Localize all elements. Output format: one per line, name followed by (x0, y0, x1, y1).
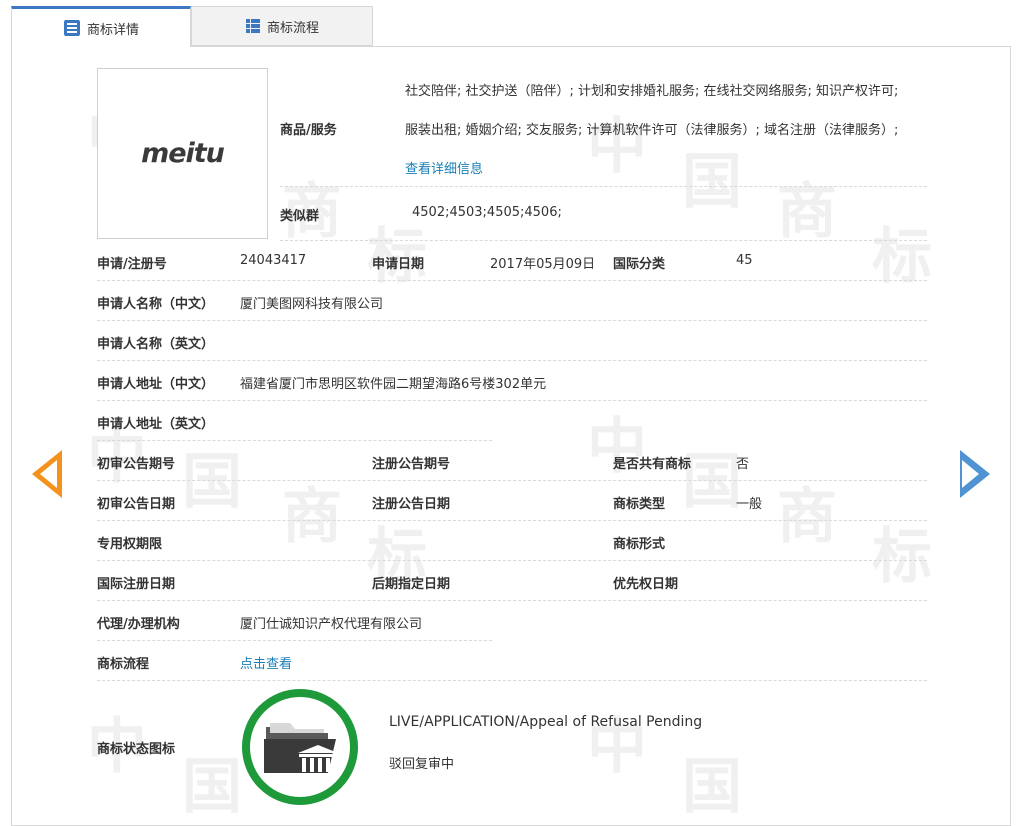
info-row: 专用权期限 商标形式 (97, 521, 927, 561)
prev-arrow-button[interactable] (32, 450, 62, 498)
tab-trademark-flow-label: 商标流程 (266, 20, 319, 36)
info-row: 初审公告期号 注册公告期号 是否共有商标 否 (97, 441, 927, 481)
info-row: 申请人地址（中文） 福建省厦门市思明区软件园二期望海路6号楼302单元 (97, 361, 927, 401)
intl-reg-date-label: 国际注册日期 (97, 577, 176, 592)
priority-date-label: 优先权日期 (613, 577, 679, 592)
prelim-date-label: 初审公告日期 (97, 497, 176, 512)
agent-value: 厦门仕诚知识产权代理有限公司 (240, 617, 423, 632)
info-row: 申请人名称（英文） (97, 321, 927, 361)
trademark-detail-panel: 中 中 国 商 商 标 标 中 中 国 国 商 商 标 标 中 国 中 国 me… (11, 46, 1011, 826)
watermark-char: 商 (777, 177, 837, 247)
reg-no-value: 24043417 (240, 253, 307, 268)
info-row: 申请人名称（中文） 厦门美图网科技有限公司 (97, 281, 927, 321)
applicant-cn-label: 申请人名称（中文） (97, 297, 215, 312)
next-arrow-button[interactable] (960, 450, 990, 498)
divider (97, 680, 927, 681)
goods-services-line: 社交陪伴; 社交护送（陪伴）; 计划和安排婚礼服务; 在线社交网络服务; 知识产… (405, 84, 899, 99)
goods-services-label: 商品/服务 (280, 123, 337, 138)
tab-bar: 商标详情 商标流程 (11, 6, 373, 47)
view-flow-link[interactable]: 点击查看 (240, 653, 292, 672)
intl-class-value: 45 (736, 253, 753, 268)
trademark-logo-image: meitu (97, 68, 268, 239)
flow-label: 商标流程 (97, 657, 150, 672)
status-icon-label: 商标状态图标 (97, 742, 176, 757)
tab-trademark-detail-label: 商标详情 (86, 22, 139, 38)
address-cn-value: 福建省厦门市思明区软件园二期望海路6号楼302单元 (240, 377, 547, 392)
info-row: 初审公告日期 注册公告日期 商标类型 一般 (97, 481, 927, 521)
status-chinese: 驳回复审中 (389, 757, 455, 772)
status-english: LIVE/APPLICATION/Appeal of Refusal Pendi… (389, 714, 703, 730)
tm-type-label: 商标类型 (613, 497, 666, 512)
watermark-char: 国 (682, 147, 742, 217)
later-date-label: 后期指定日期 (372, 577, 451, 592)
folder-courthouse-status-icon (242, 689, 358, 805)
goods-services-line: 服装出租; 婚姻介绍; 交友服务; 计算机软件许可（法律服务）; 域名注册（法律… (405, 123, 899, 138)
address-en-label: 申请人地址（英文） (97, 417, 215, 432)
shared-label: 是否共有商标 (613, 457, 692, 472)
prelim-no-label: 初审公告期号 (97, 457, 176, 472)
tm-form-label: 商标形式 (613, 537, 666, 552)
list-grid-icon (245, 19, 260, 33)
app-date-value: 2017年05月09日 (490, 257, 596, 272)
applicant-en-label: 申请人名称（英文） (97, 337, 215, 352)
view-details-link[interactable]: 查看详细信息 (405, 158, 483, 177)
exclusive-period-label: 专用权期限 (97, 537, 163, 552)
similar-group-value: 4502;4503;4505;4506; (412, 205, 562, 220)
document-list-icon (63, 20, 80, 36)
reg-pub-no-label: 注册公告期号 (372, 457, 451, 472)
reg-pub-date-label: 注册公告日期 (372, 497, 451, 512)
address-cn-label: 申请人地址（中文） (97, 377, 215, 392)
info-row: 商标流程 点击查看 (97, 641, 927, 681)
info-row: 代理/办理机构 厦门仕诚知识产权代理有限公司 (97, 601, 927, 641)
app-date-label: 申请日期 (372, 257, 425, 272)
reg-no-label: 申请/注册号 (97, 257, 167, 272)
tm-type-value: 一般 (736, 497, 763, 512)
tab-trademark-detail[interactable]: 商标详情 (11, 6, 191, 47)
info-row: 申请人地址（英文） (97, 401, 927, 441)
divider (280, 186, 927, 187)
intl-class-label: 国际分类 (613, 257, 666, 272)
info-row: 申请/注册号 24043417 申请日期 2017年05月09日 国际分类 45 (97, 241, 927, 281)
watermark-char: 国 (682, 752, 742, 822)
applicant-cn-value: 厦门美图网科技有限公司 (240, 297, 384, 312)
shared-value: 否 (736, 457, 750, 472)
watermark-char: 国 (182, 752, 242, 822)
tab-trademark-flow[interactable]: 商标流程 (191, 6, 373, 46)
agent-label: 代理/办理机构 (97, 617, 180, 632)
similar-group-label: 类似群 (280, 209, 320, 224)
trademark-logo-text: meitu (141, 138, 225, 169)
info-row: 国际注册日期 后期指定日期 优先权日期 (97, 561, 927, 601)
